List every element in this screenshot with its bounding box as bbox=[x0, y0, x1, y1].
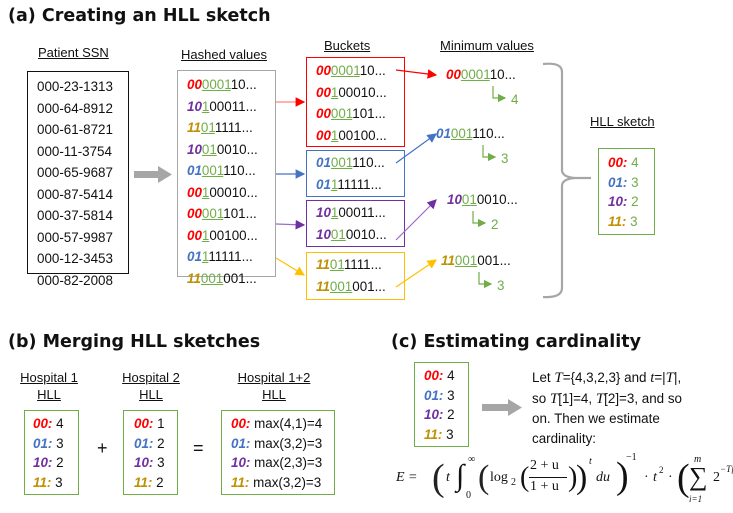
formula-paren-frac-open: ( bbox=[520, 462, 530, 493]
rank-value-11: 3 bbox=[497, 278, 505, 293]
formula-lhs: E = bbox=[396, 470, 418, 485]
formula-sum-lower: i=1 bbox=[689, 494, 703, 504]
rank-value-10: 2 bbox=[491, 217, 499, 232]
formula-t: t bbox=[446, 470, 450, 485]
formula-paren-log-open: ( bbox=[478, 459, 490, 496]
bucket-prefix: 00 bbox=[446, 67, 461, 82]
cardinality-formula: E = ( t ∫ ∞ 0 ( log 2 ( 2 + u 1 + u ) ) … bbox=[396, 452, 733, 510]
sum-icon: ∑ bbox=[689, 462, 708, 491]
rank-value-01: 3 bbox=[501, 151, 509, 166]
formula-square: 2 bbox=[659, 465, 664, 475]
remaining-bits: 110... bbox=[472, 126, 505, 141]
formula-exponent: −T[i] bbox=[720, 464, 733, 474]
cardinality-explanation: Let T={4,3,2,3} and t=|T|, so T[1]=4, T[… bbox=[532, 368, 732, 448]
explanation-line-1: Let T={4,3,2,3} and t=|T|, bbox=[532, 370, 682, 386]
integral-icon: ∫ bbox=[456, 459, 465, 492]
formula-paren-log-close: ) bbox=[576, 459, 588, 496]
formula-t2: t bbox=[653, 470, 657, 485]
rank-value-00: 4 bbox=[511, 92, 519, 107]
formula-denominator: 1 + u bbox=[530, 479, 559, 494]
remaining-bits: 10... bbox=[489, 67, 516, 82]
formula-log-base: 2 bbox=[511, 477, 516, 488]
leading-zeros: 0001 bbox=[460, 67, 490, 82]
bucket-prefix: 01 bbox=[436, 126, 451, 141]
leading-zeros: 01 bbox=[461, 192, 477, 207]
bucket-prefix: 11 bbox=[441, 253, 455, 268]
formula-log: log bbox=[490, 470, 508, 485]
minimum-value-01: 01001110... bbox=[436, 123, 505, 145]
formula-paren-open: ( bbox=[432, 457, 445, 499]
formula-du: du bbox=[596, 470, 610, 485]
leading-zeros: 001 bbox=[454, 253, 478, 268]
formula-neg1-a: −1 bbox=[626, 452, 637, 463]
minimum-value-11: 11001001... bbox=[441, 250, 511, 272]
leading-zeros: 001 bbox=[450, 126, 473, 141]
formula-power-t: t bbox=[589, 456, 592, 467]
formula-dot-2: · bbox=[668, 470, 673, 485]
remaining-bits: 0010... bbox=[476, 192, 518, 207]
formula-sum-upper: m bbox=[694, 454, 702, 465]
bucket-prefix: 10 bbox=[447, 192, 462, 207]
gray-arrow-icon bbox=[482, 399, 522, 416]
fraction-bar bbox=[529, 477, 567, 478]
formula-numerator: 2 + u bbox=[530, 458, 559, 473]
minimum-value-00: 00000110... bbox=[446, 64, 516, 86]
formula-two: 2 bbox=[713, 470, 720, 485]
formula-dot-1: · bbox=[644, 470, 649, 485]
minimum-value-10: 10010010... bbox=[447, 189, 518, 211]
explanation-line-4: cardinality: bbox=[532, 430, 597, 446]
explanation-line-2: so T[1]=4, T[2]=3, and so bbox=[532, 390, 682, 407]
remaining-bits: 001... bbox=[477, 253, 511, 268]
explanation-line-3: on. Then we estimate bbox=[532, 411, 660, 426]
formula-int-lower: 0 bbox=[466, 490, 471, 501]
formula-paren-sum-open: ( bbox=[677, 457, 690, 499]
formula-int-upper: ∞ bbox=[468, 454, 476, 465]
